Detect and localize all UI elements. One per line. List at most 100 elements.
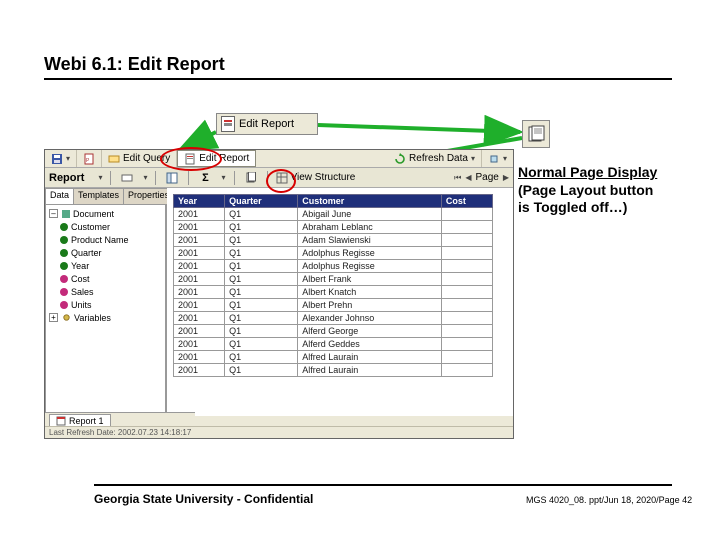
tree-item[interactable]: Year	[48, 259, 165, 272]
dimension-icon	[60, 288, 68, 296]
table-row[interactable]: 2001Q1Abigail June	[174, 208, 493, 221]
footer-right: MGS 4020_08. ppt/Jun 18, 2020/Page 42	[526, 495, 692, 505]
chevron-down-icon[interactable]: ▾	[221, 173, 225, 182]
page-prev-icon[interactable]: ◀	[465, 173, 471, 182]
table-cell: Adolphus Regisse	[298, 247, 442, 260]
table-cell: Abraham Leblanc	[298, 221, 442, 234]
view-structure-label: View Structure	[291, 172, 356, 183]
footer-left: Georgia State University - Confidential	[94, 492, 313, 506]
table-cell: Q1	[225, 273, 298, 286]
table-cell: Albert Knatch	[298, 286, 442, 299]
sidebar-tabs: Data Templates Properties Map	[45, 188, 166, 204]
page-layout-icon	[245, 172, 257, 184]
table-row[interactable]: 2001Q1Adolphus Regisse	[174, 247, 493, 260]
chevron-down-icon[interactable]: ▾	[98, 173, 102, 182]
column-header[interactable]: Year	[174, 195, 225, 208]
report-label: Report	[49, 172, 84, 184]
table-row[interactable]: 2001Q1Albert Prehn	[174, 299, 493, 312]
sheet-icon	[56, 416, 66, 426]
tree-item[interactable]: Cost	[48, 272, 165, 285]
table-cell: Albert Prehn	[298, 299, 442, 312]
tree-item[interactable]: Quarter	[48, 246, 165, 259]
annotation-line2: (Page Layout button	[518, 182, 653, 198]
sidebar-tab-templates[interactable]: Templates	[73, 188, 124, 204]
chevron-down-icon: ▾	[503, 154, 507, 163]
table-cell	[441, 260, 492, 273]
menubar: ▾ P Edit Query Edit Report Refresh Data …	[45, 150, 513, 168]
table-cell	[441, 234, 492, 247]
table-cell	[441, 221, 492, 234]
table-row[interactable]: 2001Q1Alexander Johnso	[174, 312, 493, 325]
table-cell: 2001	[174, 325, 225, 338]
refresh-data-button[interactable]: Refresh Data ▾	[388, 150, 482, 167]
page-layout-toggle[interactable]	[243, 170, 259, 186]
tree-item-label: Units	[71, 300, 92, 310]
table-row[interactable]: 2001Q1Alferd George	[174, 325, 493, 338]
table-row[interactable]: 2001Q1Alfred Laurain	[174, 364, 493, 377]
export-pdf-button[interactable]: P	[77, 150, 102, 167]
table-cell	[441, 312, 492, 325]
table-cell: Adam Slawienski	[298, 234, 442, 247]
table-cell	[441, 338, 492, 351]
table-row[interactable]: 2001Q1Alferd Geddes	[174, 338, 493, 351]
pdf-icon: P	[83, 153, 95, 165]
dimension-icon	[60, 262, 68, 270]
chevron-down-icon[interactable]: ▾	[143, 173, 147, 182]
save-dropdown-button[interactable]: ▾	[45, 150, 77, 167]
column-header[interactable]: Customer	[298, 195, 442, 208]
table-cell: Q1	[225, 338, 298, 351]
table-row[interactable]: 2001Q1Abraham Leblanc	[174, 221, 493, 234]
collapse-icon[interactable]: –	[49, 209, 58, 218]
dimension-icon	[60, 275, 68, 283]
table-cell	[441, 364, 492, 377]
sidebar: Data Templates Properties Map –Document …	[45, 188, 167, 416]
table-cell: Alferd Geddes	[298, 338, 442, 351]
tree-item[interactable]: Sales	[48, 285, 165, 298]
table-cell	[441, 286, 492, 299]
table-cell: Alfred Laurain	[298, 351, 442, 364]
page-layout-float-button[interactable]	[522, 120, 550, 148]
table-cell	[441, 299, 492, 312]
column-header[interactable]: Quarter	[225, 195, 298, 208]
table-row[interactable]: 2001Q1Albert Frank	[174, 273, 493, 286]
page-first-icon[interactable]: ⏮	[454, 173, 461, 183]
table-row[interactable]: 2001Q1Alfred Laurain	[174, 351, 493, 364]
expand-icon[interactable]: +	[49, 313, 58, 322]
table-cell	[441, 351, 492, 364]
page-next-icon[interactable]: ▶	[503, 173, 509, 182]
tree-variables[interactable]: + Variables	[48, 311, 165, 324]
insert-cell-button[interactable]	[119, 170, 135, 186]
report-canvas[interactable]: YearQuarterCustomerCost 2001Q1Abigail Ju…	[167, 188, 513, 416]
highlight-oval-page-layout	[266, 169, 296, 193]
tree-root[interactable]: –Document	[48, 207, 165, 220]
menubar-extra-button[interactable]: ▾	[482, 150, 513, 167]
tree-item[interactable]: Product Name	[48, 233, 165, 246]
table-row[interactable]: 2001Q1Adam Slawienski	[174, 234, 493, 247]
table-cell: Alexander Johnso	[298, 312, 442, 325]
chevron-down-icon: ▾	[471, 154, 475, 163]
tree-item[interactable]: Customer	[48, 220, 165, 233]
page-label: Page	[475, 172, 498, 183]
edit-report-float-button[interactable]: Edit Report	[216, 113, 318, 135]
table-cell: 2001	[174, 364, 225, 377]
column-header[interactable]: Cost	[441, 195, 492, 208]
table-cell: 2001	[174, 286, 225, 299]
annotation-text: Normal Page Display (Page Layout button …	[518, 164, 704, 217]
sigma-icon: Σ	[202, 172, 209, 184]
tree-item-label: Product Name	[71, 235, 129, 245]
sidebar-tab-data[interactable]: Data	[45, 188, 74, 204]
table-cell: Q1	[225, 364, 298, 377]
dimension-icon	[60, 223, 68, 231]
sum-button[interactable]: Σ	[197, 170, 213, 186]
table-cell	[441, 247, 492, 260]
table-cell: Adolphus Regisse	[298, 260, 442, 273]
table-row[interactable]: 2001Q1Adolphus Regisse	[174, 260, 493, 273]
show-panel-button[interactable]	[164, 170, 180, 186]
table-cell: Q1	[225, 286, 298, 299]
save-icon	[51, 153, 63, 165]
highlight-oval-edit-report	[160, 147, 222, 171]
table-row[interactable]: 2001Q1Albert Knatch	[174, 286, 493, 299]
table-cell: Q1	[225, 208, 298, 221]
cell-icon	[121, 172, 133, 184]
tree-item[interactable]: Units	[48, 298, 165, 311]
